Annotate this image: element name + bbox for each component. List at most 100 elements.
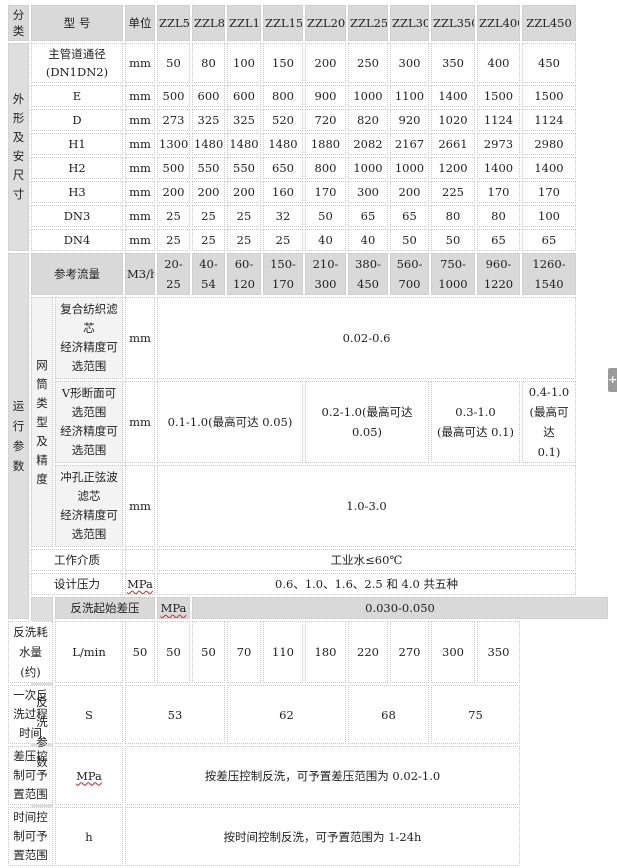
- value-cell: 50: [390, 229, 429, 251]
- row-label: 设计压力: [31, 573, 123, 595]
- value-cell: 150: [263, 43, 303, 83]
- value-cell: 650: [263, 157, 303, 179]
- value-cell: 1400: [477, 157, 520, 179]
- value-cell: 1480: [192, 133, 225, 155]
- row-label: 时间控制可予置范围: [8, 807, 53, 866]
- value-line: 0.4-1.0: [528, 385, 570, 399]
- value-cell: 53: [125, 685, 225, 744]
- value-cell: 0.4-1.0 (最高可达 0.1): [522, 381, 576, 463]
- value-cell: 25: [157, 205, 190, 227]
- value-cell: 300: [431, 621, 475, 683]
- screen-composite-label: 复合纺织滤芯 经济精度可选范围: [55, 297, 123, 379]
- unit-cell: L/min: [55, 621, 123, 683]
- unit-text: MPa: [76, 768, 102, 783]
- value-cell: 40-54: [192, 253, 225, 295]
- plus-icon[interactable]: +: [608, 368, 617, 392]
- value-cell: 40: [305, 229, 346, 251]
- value-cell: 2661: [431, 133, 475, 155]
- value-cell: 150-170: [263, 253, 303, 295]
- value-cell: 25: [263, 229, 303, 251]
- table-row: DN4 mm 25 25 25 25 40 40 50 50 65 65: [8, 229, 608, 251]
- value-cell: 1400: [431, 85, 475, 107]
- value-cell: 920: [390, 109, 429, 131]
- unit-cell: M3/h: [125, 253, 155, 295]
- header-model-cell: ZZL350: [431, 5, 475, 41]
- row-label: E: [31, 85, 123, 107]
- value-cell: 25: [227, 205, 261, 227]
- value-line: 0.1): [537, 445, 561, 459]
- value-cell: 170: [305, 181, 346, 203]
- row-label: 工作介质: [31, 549, 123, 571]
- row-label: DN3: [31, 205, 123, 227]
- table-row: D mm 273 325 325 520 720 820 920 1020 11…: [8, 109, 608, 131]
- screen-precision: 经济精度可选范围: [60, 340, 118, 373]
- value-cell: 60-120: [227, 253, 261, 295]
- table-row: H2 mm 500 550 550 650 800 1000 1000 1200…: [8, 157, 608, 179]
- table-row: 一次反洗过程时间 S 53 62 68 75: [8, 685, 608, 744]
- value-cell: 220: [348, 621, 388, 683]
- value-cell: 200: [390, 181, 429, 203]
- header-row: 分类 型 号 单位 ZZL50 ZZL80 ZZL100 ZZL150 ZZL2…: [8, 5, 608, 41]
- table-row: 反洗耗水量(约) L/min 50 50 50 70 110 180 220 2…: [8, 621, 608, 683]
- screen-name: 冲孔正弦波滤芯: [60, 470, 118, 503]
- row-label: 参考流量: [31, 253, 123, 295]
- unit-cell: MPa: [157, 597, 190, 619]
- value-cell: 工业水≤60℃: [157, 549, 576, 571]
- value-cell: 50: [192, 621, 225, 683]
- value-cell: 50: [157, 621, 190, 683]
- group-dimensions-label: 外形及安尺寸: [12, 92, 25, 201]
- value-cell: 450: [522, 43, 576, 83]
- header-model-cell: ZZL250: [348, 5, 388, 41]
- value-line: 0.3-1.0: [455, 405, 496, 419]
- table-row: H3 mm 200 200 200 160 170 300 200 225 17…: [8, 181, 608, 203]
- value-cell: 110: [263, 621, 303, 683]
- value-cell: 270: [390, 621, 429, 683]
- value-cell: 65: [390, 205, 429, 227]
- value-cell: 65: [348, 205, 388, 227]
- table-row: V形断面可选范围 经济精度可选范围 mm 0.1-1.0(最高可达 0.05) …: [8, 381, 608, 463]
- unit-cell: MPa: [125, 573, 155, 595]
- unit-cell: [125, 549, 155, 571]
- value-cell: 按差压控制反洗，可予置差压范围为 0.02-1.0: [125, 746, 520, 805]
- value-cell: 1300: [157, 133, 190, 155]
- table-row: 差压控制可予置范围 MPa 按差压控制反洗，可予置差压范围为 0.02-1.0: [8, 746, 608, 805]
- header-model: 型 号: [31, 5, 123, 41]
- value-cell: 1260-1540: [522, 253, 576, 295]
- value-cell: 80: [431, 205, 475, 227]
- value-cell: 250: [348, 43, 388, 83]
- value-cell: 300: [348, 181, 388, 203]
- value-cell: 1020: [431, 109, 475, 131]
- value-cell: 68: [348, 685, 429, 744]
- value-cell: 1400: [522, 157, 576, 179]
- value-cell: 0.1-1.0(最高可达 0.05): [157, 381, 303, 463]
- value-cell: 350: [431, 43, 475, 83]
- value-cell: 2973: [477, 133, 520, 155]
- value-cell: 820: [348, 109, 388, 131]
- spec-table: 分类 型 号 单位 ZZL50 ZZL80 ZZL100 ZZL150 ZZL2…: [6, 3, 610, 868]
- value-cell: 65: [477, 229, 520, 251]
- table-row: 外形及安尺寸 主管道通径(DN1DN2) mm 50 80 100 150 20…: [8, 43, 608, 251]
- row-label: 反洗起始差压: [55, 597, 155, 619]
- value-line: (最高可达 0.1): [437, 425, 514, 439]
- value-cell: 720: [305, 109, 346, 131]
- value-cell: 32: [263, 205, 303, 227]
- value-cell: 1124: [477, 109, 520, 131]
- header-model-cell: ZZL50: [157, 5, 190, 41]
- value-cell: 210-300: [305, 253, 346, 295]
- screen-name: V形断面可选范围: [61, 386, 117, 419]
- unit-cell: mm: [125, 465, 155, 547]
- value-cell: 2980: [522, 133, 576, 155]
- value-cell: 70: [227, 621, 261, 683]
- value-cell: 560-700: [390, 253, 429, 295]
- group-operation-label: 运行参数: [12, 399, 25, 473]
- unit-cell: mm: [125, 85, 155, 107]
- header-model-cell: ZZL80: [192, 5, 225, 41]
- value-cell: 170: [522, 181, 576, 203]
- value-cell: 520: [263, 109, 303, 131]
- value-cell: 75: [431, 685, 520, 744]
- value-cell: 900: [305, 85, 346, 107]
- value-cell: 1100: [390, 85, 429, 107]
- header-model-cell: ZZL150: [263, 5, 303, 41]
- value-cell: 200: [227, 181, 261, 203]
- value-cell: 200: [305, 43, 346, 83]
